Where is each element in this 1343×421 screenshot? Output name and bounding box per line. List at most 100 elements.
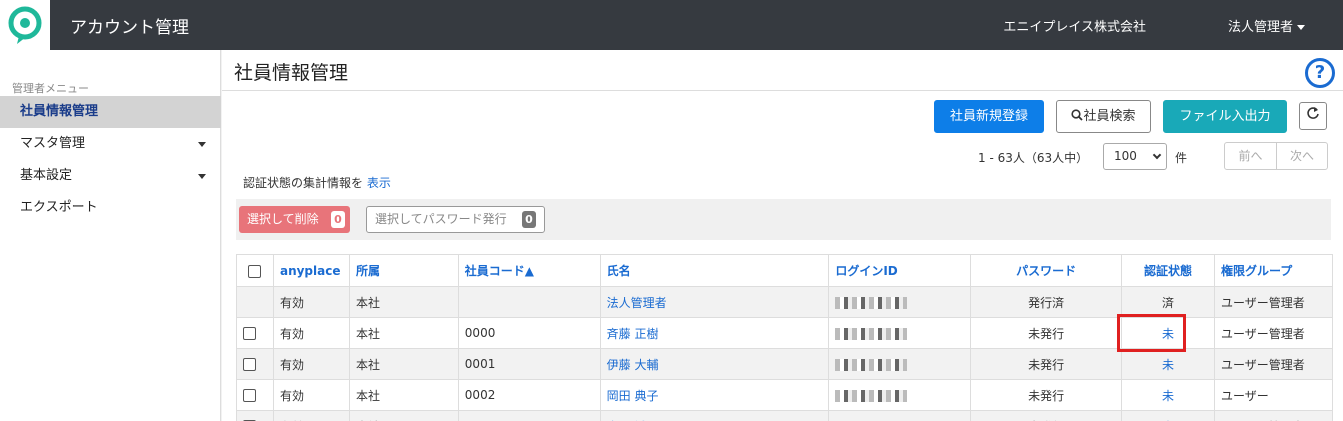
sidebar-item-label: マスタ管理 bbox=[20, 136, 86, 151]
next-page-button[interactable]: 次へ bbox=[1276, 143, 1327, 169]
per-page-unit: 件 bbox=[1175, 151, 1188, 165]
cell-permission-group: ユーザー bbox=[1213, 379, 1334, 411]
refresh-button[interactable] bbox=[1299, 102, 1327, 130]
row-select-cell bbox=[236, 286, 274, 318]
bulk-delete-button[interactable]: 選択して削除 0 bbox=[239, 206, 350, 233]
select-all-cell bbox=[236, 254, 274, 287]
chevron-down-icon bbox=[1152, 150, 1162, 160]
per-page-value: 100 bbox=[1114, 149, 1137, 163]
cell-department: 本社 bbox=[348, 348, 459, 380]
main-content: 社員情報管理 ? 社員新規登録 社員検索 ファイル入出力 1 - 63人（63人… bbox=[222, 50, 1343, 421]
sidebar-heading: 管理者メニュー bbox=[12, 82, 89, 95]
prev-page-button[interactable]: 前へ bbox=[1225, 143, 1276, 169]
col-employee-code[interactable]: 社員コード▲ bbox=[457, 254, 601, 287]
bulk-password-label: 選択してパスワード発行 bbox=[375, 212, 507, 226]
cell-login-id bbox=[828, 317, 972, 349]
auth-summary-text: 認証状態の集計情報を bbox=[243, 176, 364, 190]
cell-name-link[interactable]: 岡田 典子 bbox=[599, 379, 830, 411]
bulk-password-count: 0 bbox=[522, 211, 536, 228]
cell-password: 発行済 bbox=[970, 286, 1123, 318]
table-row: 有効 本社 法人管理者 発行済 済 ユーザー管理者 bbox=[236, 286, 1334, 318]
cell-name-link[interactable]: 伊藤 大輔 bbox=[599, 348, 830, 380]
cell-password: 未発行 bbox=[970, 410, 1123, 421]
cell-login-id bbox=[828, 379, 972, 411]
col-auth-status[interactable]: 認証状態 bbox=[1121, 254, 1215, 287]
redacted-login-id bbox=[835, 389, 908, 402]
app-title: アカウント管理 bbox=[70, 18, 189, 38]
sidebar-item-export[interactable]: エクスポート bbox=[0, 192, 221, 224]
cell-department: 本社 bbox=[348, 410, 459, 421]
cell-anyplace: 有効 bbox=[272, 286, 350, 318]
table-row: 有効 本社 0002 岡田 典子 未発行 未 ユーザー bbox=[236, 379, 1334, 411]
caret-down-icon bbox=[1297, 25, 1305, 30]
cell-auth-status-link[interactable]: 未 bbox=[1121, 410, 1215, 421]
col-name[interactable]: 氏名 bbox=[599, 254, 830, 287]
cell-login-id bbox=[828, 286, 972, 318]
highlight-box bbox=[1117, 314, 1186, 352]
bulk-action-bar: 選択して削除 0 選択してパスワード発行 0 bbox=[236, 199, 1331, 240]
help-icon[interactable]: ? bbox=[1305, 58, 1335, 88]
cell-password: 未発行 bbox=[970, 317, 1123, 349]
cell-employee-code: 0000 bbox=[457, 317, 601, 349]
row-checkbox[interactable] bbox=[243, 327, 256, 340]
refresh-icon bbox=[1307, 107, 1319, 119]
register-employee-button[interactable]: 社員新規登録 bbox=[934, 100, 1044, 133]
cell-login-id bbox=[828, 348, 972, 380]
select-all-checkbox[interactable] bbox=[248, 264, 262, 278]
page-title: 社員情報管理 bbox=[234, 62, 349, 84]
cell-name-link[interactable]: 斉藤 正樹 bbox=[599, 317, 830, 349]
cell-employee-code bbox=[457, 286, 601, 318]
row-checkbox[interactable] bbox=[243, 389, 256, 402]
search-icon bbox=[1071, 109, 1084, 121]
search-employee-label: 社員検索 bbox=[1083, 109, 1136, 124]
per-page-select[interactable]: 100 bbox=[1103, 143, 1167, 170]
table-header-row: anyplace 所属 社員コード▲ 氏名 ログインID パスワード 認証状態 … bbox=[236, 254, 1334, 287]
sidebar-item-employee-info[interactable]: 社員情報管理 bbox=[0, 96, 221, 128]
col-anyplace[interactable]: anyplace bbox=[272, 254, 350, 287]
redacted-login-id bbox=[835, 327, 908, 340]
search-employee-button[interactable]: 社員検索 bbox=[1056, 100, 1151, 133]
col-department[interactable]: 所属 bbox=[348, 254, 459, 287]
sidebar-item-basic-settings[interactable]: 基本設定 bbox=[0, 160, 221, 192]
cell-anyplace: 有効 bbox=[272, 379, 350, 411]
auth-summary-show-link[interactable]: 表示 bbox=[367, 176, 391, 190]
auth-summary: 認証状態の集計情報を 表示 bbox=[243, 174, 391, 191]
col-login-id[interactable]: ログインID bbox=[828, 254, 972, 287]
cell-password: 未発行 bbox=[970, 348, 1123, 380]
user-menu[interactable]: 法人管理者 bbox=[1228, 16, 1305, 35]
result-range: 1 - 63人（63人中） bbox=[978, 151, 1089, 165]
caret-down-icon bbox=[198, 142, 206, 147]
bulk-password-button[interactable]: 選択してパスワード発行 0 bbox=[366, 206, 545, 233]
sidebar-item-master[interactable]: マスタ管理 bbox=[0, 128, 221, 160]
cell-permission-group: ユーザー管理者 bbox=[1213, 286, 1334, 318]
row-checkbox[interactable] bbox=[243, 358, 256, 371]
cell-anyplace: 有効 bbox=[272, 410, 350, 421]
cell-anyplace: 有効 bbox=[272, 348, 350, 380]
cell-employee-code: 0003 bbox=[457, 410, 601, 421]
sidebar-item-label: エクスポート bbox=[20, 200, 98, 215]
table-row: 有効 本社 0001 伊藤 大輔 未発行 未 ユーザー管理者 bbox=[236, 348, 1334, 380]
cell-employee-code: 0002 bbox=[457, 379, 601, 411]
cell-department: 本社 bbox=[348, 286, 459, 318]
file-io-button[interactable]: ファイル入出力 bbox=[1163, 100, 1287, 133]
brand-logo[interactable] bbox=[0, 0, 50, 50]
sidebar-item-label: 基本設定 bbox=[20, 168, 73, 183]
cell-login-id bbox=[828, 410, 972, 421]
bulk-delete-count: 0 bbox=[331, 211, 345, 228]
cell-department: 本社 bbox=[348, 317, 459, 349]
row-select-cell bbox=[236, 410, 274, 421]
bulk-delete-label: 選択して削除 bbox=[247, 212, 319, 226]
col-password[interactable]: パスワード bbox=[970, 254, 1123, 287]
sidebar: 管理者メニュー 社員情報管理 マスタ管理 基本設定 エクスポート bbox=[0, 50, 221, 421]
col-permission-group[interactable]: 権限グループ bbox=[1213, 254, 1334, 287]
caret-down-icon bbox=[198, 174, 206, 179]
cell-auth-status-link[interactable]: 未 bbox=[1121, 379, 1215, 411]
brand-logo-icon bbox=[8, 6, 42, 44]
pagination: 前へ 次へ bbox=[1224, 142, 1328, 170]
sidebar-item-label: 社員情報管理 bbox=[20, 104, 99, 119]
row-select-cell bbox=[236, 317, 274, 349]
cell-name-link[interactable]: 内田 誠 bbox=[599, 410, 830, 421]
cell-name-link[interactable]: 法人管理者 bbox=[599, 286, 830, 318]
cell-auth-status-link[interactable]: 未 bbox=[1121, 348, 1215, 380]
cell-password: 未発行 bbox=[970, 379, 1123, 411]
